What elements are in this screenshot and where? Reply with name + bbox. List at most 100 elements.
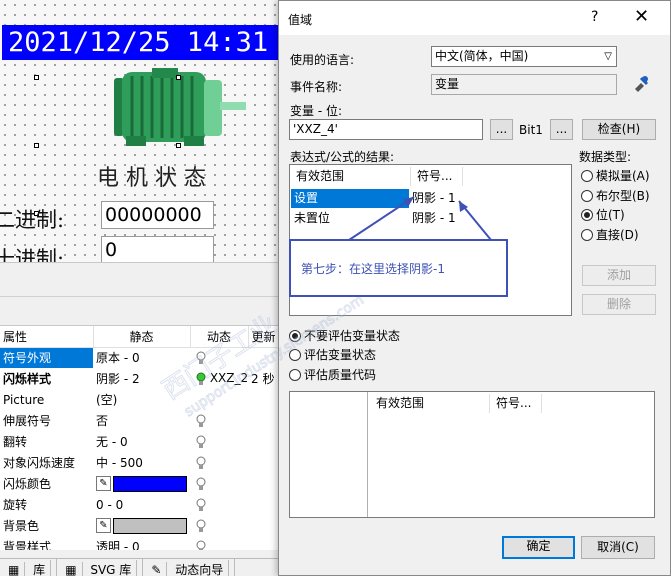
property-name: Picture — [3, 392, 45, 407]
language-select[interactable]: 中文(简体，中国) ▽ — [431, 46, 617, 67]
property-static[interactable]: 否 — [93, 410, 190, 431]
check-button[interactable]: 检查(H) — [582, 119, 656, 140]
data-type-label: 数据类型: — [579, 150, 632, 164]
column-header-symbol[interactable]: 符号... — [490, 394, 542, 413]
property-row[interactable]: 背景色 ✎ — [0, 515, 280, 536]
property-grid: 属性 静态 动态 更新 符号外观 原本 - 0 闪烁样式 阴影 - 2 XXZ_… — [0, 325, 280, 550]
column-header-static[interactable]: 静态 — [93, 326, 191, 348]
variable-input[interactable]: 'XXZ_4' — [289, 119, 483, 140]
column-header-symbol[interactable]: 符号... — [411, 167, 463, 186]
datatype-boolean-radio[interactable]: 布尔型(B) — [581, 187, 650, 204]
selection-handle[interactable] — [176, 75, 181, 80]
datetime-display[interactable]: 2021/12/25 14:31 — [2, 25, 280, 60]
radio-indicator — [581, 170, 593, 182]
tab-dynamic-wizard[interactable]: ✎ 动态向导 — [143, 559, 236, 576]
radio-indicator — [581, 229, 593, 241]
property-static[interactable]: (空) — [93, 389, 190, 410]
property-row[interactable]: 背景样式 透明 - 0 — [0, 536, 280, 550]
lightbulb-icon[interactable] — [196, 540, 206, 550]
datatype-bit-radio[interactable]: 位(T) — [581, 206, 625, 223]
result-label: 表达式/公式的结果: — [290, 150, 395, 164]
hmi-canvas: 2021/12/25 14:31 电机状态 二进制: 00000000 十进制:… — [0, 0, 280, 262]
dialog-titlebar[interactable]: 值域 ? ✕ — [279, 1, 670, 35]
lightbulb-icon[interactable] — [196, 519, 206, 533]
lightbulb-active-icon[interactable] — [196, 372, 206, 386]
radio-indicator — [289, 349, 301, 361]
property-name: 符号外观 — [0, 347, 93, 368]
column-header-range[interactable]: 有效范围 — [290, 167, 411, 186]
library-icon: ▦ — [61, 562, 83, 576]
flash-color-swatch[interactable] — [113, 475, 187, 492]
column-header-property[interactable]: 属性 — [0, 326, 94, 348]
lightbulb-icon[interactable] — [196, 414, 206, 428]
property-row[interactable]: 对象闪烁速度 中 - 500 — [0, 452, 280, 473]
property-dynamic: XXZ_2 — [209, 371, 248, 386]
column-header-update[interactable]: 更新 — [248, 326, 280, 348]
selection-handle[interactable] — [34, 143, 39, 148]
column-header-range[interactable]: 有效范围 — [370, 394, 490, 413]
bit-browse-button[interactable]: ... — [550, 119, 573, 140]
tutorial-annotation-text: 第七步：在这里选择阴影-1 — [301, 262, 445, 276]
property-row[interactable]: 旋转 0 - 0 — [0, 494, 280, 515]
property-static[interactable]: 阴影 - 2 — [93, 368, 190, 389]
lightbulb-icon[interactable] — [196, 498, 206, 512]
background-color-swatch[interactable] — [113, 517, 187, 534]
property-static[interactable]: 中 - 500 — [93, 452, 190, 473]
help-button[interactable]: ? — [591, 9, 598, 25]
tutorial-annotation-box: 第七步：在这里选择阴影-1 — [289, 239, 508, 297]
no-evaluate-status-radio[interactable]: 不要评估变量状态 — [289, 327, 400, 344]
quality-tree-pane[interactable] — [290, 392, 368, 517]
tab-library[interactable]: ▦ 库 — [0, 559, 58, 576]
lightbulb-icon[interactable] — [196, 477, 206, 491]
variable-browse-button[interactable]: ... — [490, 119, 513, 140]
selection-handle[interactable] — [176, 143, 181, 148]
color-picker-icon[interactable]: ✎ — [96, 476, 111, 491]
evaluate-status-radio[interactable]: 评估变量状态 — [289, 346, 376, 363]
property-name: 背景色 — [3, 519, 40, 533]
property-name: 旋转 — [3, 498, 28, 512]
property-row[interactable]: 翻转 无 - 0 — [0, 431, 280, 452]
property-static[interactable]: 0 - 0 — [93, 494, 190, 515]
binary-io-field[interactable]: 00000000 — [101, 201, 214, 229]
radio-indicator — [289, 330, 301, 342]
radio-indicator — [581, 209, 593, 221]
lightbulb-icon[interactable] — [196, 351, 206, 365]
tab-svg-library[interactable]: ▦ SVG 库 — [57, 559, 144, 576]
property-row[interactable]: Picture (空) — [0, 389, 280, 410]
datatype-analog-radio[interactable]: 模拟量(A) — [581, 167, 650, 184]
property-name: 伸展符号 — [3, 414, 52, 428]
property-static[interactable]: 无 - 0 — [93, 431, 190, 452]
decimal-io-field[interactable]: 0 — [101, 236, 214, 262]
datatype-direct-radio[interactable]: 直接(D) — [581, 226, 639, 243]
lightbulb-icon[interactable] — [196, 456, 206, 470]
property-row[interactable]: 符号外观 原本 - 0 — [0, 347, 280, 368]
property-name: 闪烁样式 — [3, 372, 52, 386]
property-row[interactable]: 伸展符号 否 — [0, 410, 280, 431]
library-tab-bar: ▦ 库 ▦ SVG 库 ✎ 动态向导 — [0, 558, 280, 576]
binary-label: 二进制: — [0, 208, 65, 232]
lightbulb-icon[interactable] — [196, 435, 206, 449]
add-button[interactable]: 添加 — [582, 265, 656, 286]
motor-icon[interactable] — [108, 68, 250, 148]
library-icon: ▦ — [4, 562, 26, 576]
quality-code-list[interactable]: 有效范围 符号... — [289, 391, 655, 518]
property-name: 背景样式 — [3, 540, 52, 550]
evaluate-quality-radio[interactable]: 评估质量代码 — [289, 366, 376, 383]
annotation-arrows — [348, 196, 492, 241]
property-update: 2 秒 — [251, 372, 275, 386]
chevron-down-icon: ▽ — [604, 51, 612, 62]
cancel-button[interactable]: 取消(C) — [581, 536, 655, 559]
property-static[interactable]: 原本 - 0 — [93, 347, 190, 368]
event-link-icon[interactable] — [632, 75, 650, 93]
column-header-dynamic[interactable]: 动态 — [190, 326, 249, 348]
color-picker-icon[interactable]: ✎ — [96, 518, 111, 533]
ok-button[interactable]: 确定 — [502, 536, 575, 559]
delete-button[interactable]: 删除 — [582, 294, 656, 315]
property-row[interactable]: 闪烁样式 阴影 - 2 XXZ_2 2 秒 — [0, 368, 280, 389]
variable-bit-label: 变量 - 位: — [290, 104, 343, 118]
selection-handle[interactable] — [34, 75, 39, 80]
close-button[interactable]: ✕ — [634, 6, 649, 27]
property-row[interactable]: 闪烁颜色 ✎ — [0, 473, 280, 494]
property-name: 对象闪烁速度 — [3, 456, 76, 470]
property-static[interactable]: 透明 - 0 — [93, 536, 190, 550]
